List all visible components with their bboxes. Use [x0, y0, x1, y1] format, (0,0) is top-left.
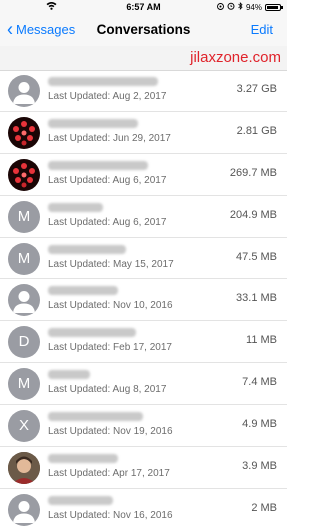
avatar-initial: X: [8, 410, 40, 443]
conversation-row[interactable]: Last Updated: Apr 17, 2017 3.9 MB: [0, 447, 287, 489]
navigation-bar: ‹ Messages Conversations Edit: [0, 14, 287, 46]
contact-name-redacted: [48, 160, 148, 170]
last-updated-text: Last Updated: Apr 17, 2017: [48, 468, 170, 480]
conversation-size: 3.9 MB: [242, 460, 277, 473]
conversation-row[interactable]: Last Updated: Jun 29, 2017 2.81 GB: [0, 112, 287, 154]
battery-icon: [265, 3, 283, 11]
contact-name-redacted: [48, 370, 90, 380]
last-updated-text: Last Updated: Feb 17, 2017: [48, 342, 172, 354]
contact-name-redacted: [48, 244, 126, 254]
avatar-photo: [8, 116, 40, 149]
last-updated-text: Last Updated: Nov 10, 2016: [48, 300, 173, 312]
person-silhouette-icon: [8, 493, 40, 526]
conversation-row[interactable]: Last Updated: Nov 16, 2016 2 MB: [0, 489, 287, 530]
avatar-initial: M: [8, 242, 40, 275]
last-updated-text: Last Updated: Aug 2, 2017: [48, 91, 167, 102]
status-bar: 6:57 AM 94%: [0, 0, 287, 14]
contact-name-redacted: [48, 495, 113, 505]
conversation-size: 3.27 GB: [236, 83, 277, 95]
conversation-row[interactable]: Last Updated: Nov 10, 2016 33.1 MB: [0, 279, 287, 322]
conversation-row[interactable]: M Last Updated: Aug 6, 2017 204.9 MB: [0, 196, 287, 238]
avatar-initial: M: [8, 368, 40, 401]
location-icon: [217, 2, 224, 12]
alarm-icon: [227, 2, 235, 12]
conversation-row[interactable]: X Last Updated: Nov 19, 2016 4.9 MB: [0, 405, 287, 448]
header-band: jilaxzone.com: [0, 46, 287, 71]
last-updated-text: Last Updated: May 15, 2017: [48, 258, 174, 270]
contact-name-redacted: [48, 202, 103, 212]
conversation-row[interactable]: M Last Updated: Aug 8, 2017 7.4 MB: [0, 363, 287, 406]
conversation-size: 11 MB: [246, 334, 277, 347]
person-silhouette-icon: [8, 284, 40, 317]
conversation-list: Last Updated: Aug 2, 2017 3.27 GB Last Upd…: [0, 70, 287, 530]
conversation-size: 269.7 MB: [229, 166, 277, 179]
contact-name-redacted: [48, 412, 143, 422]
bluetooth-icon: [238, 2, 243, 12]
last-updated-text: Last Updated: Aug 6, 2017: [48, 216, 167, 228]
edit-button[interactable]: Edit: [251, 22, 273, 37]
last-updated-text: Last Updated: Aug 8, 2017: [48, 384, 167, 396]
conversation-row[interactable]: M Last Updated: May 15, 2017 47.5 MB: [0, 238, 287, 280]
conversation-row[interactable]: Last Updated: Aug 6, 2017 269.7 MB: [0, 154, 287, 196]
conversation-size: 2.81 GB: [236, 124, 277, 137]
conversation-row[interactable]: Last Updated: Aug 2, 2017 3.27 GB: [0, 70, 287, 112]
contact-name-redacted: [48, 118, 138, 128]
contact-name-redacted: [48, 286, 118, 296]
last-updated-text: Last Updated: Aug 6, 2017: [48, 174, 167, 186]
status-right: 94%: [217, 2, 283, 12]
watermark: jilaxzone.com: [190, 49, 281, 66]
conversation-size: 4.9 MB: [242, 418, 277, 431]
conversation-size: 7.4 MB: [242, 376, 277, 389]
conversation-size: 33.1 MB: [236, 292, 277, 305]
contact-name-redacted: [48, 77, 158, 86]
conversation-size: 2 MB: [251, 501, 277, 514]
avatar-initial: D: [8, 326, 40, 359]
contact-name-redacted: [48, 454, 118, 464]
conversation-size: 204.9 MB: [229, 208, 277, 221]
last-updated-text: Last Updated: Nov 19, 2016: [48, 426, 173, 438]
page-title: Conversations: [96, 22, 191, 37]
conversation-row[interactable]: D Last Updated: Feb 17, 2017 11 MB: [0, 321, 287, 364]
avatar-photo: [8, 452, 40, 485]
battery-percent: 94%: [245, 2, 262, 12]
battery-fill: [267, 5, 278, 9]
last-updated-text: Last Updated: Jun 29, 2017: [48, 132, 171, 144]
contact-name-redacted: [48, 328, 136, 338]
avatar-initial: M: [8, 200, 40, 233]
conversation-size: 47.5 MB: [236, 250, 277, 263]
person-silhouette-icon: [8, 75, 40, 107]
avatar-photo: [8, 158, 40, 191]
